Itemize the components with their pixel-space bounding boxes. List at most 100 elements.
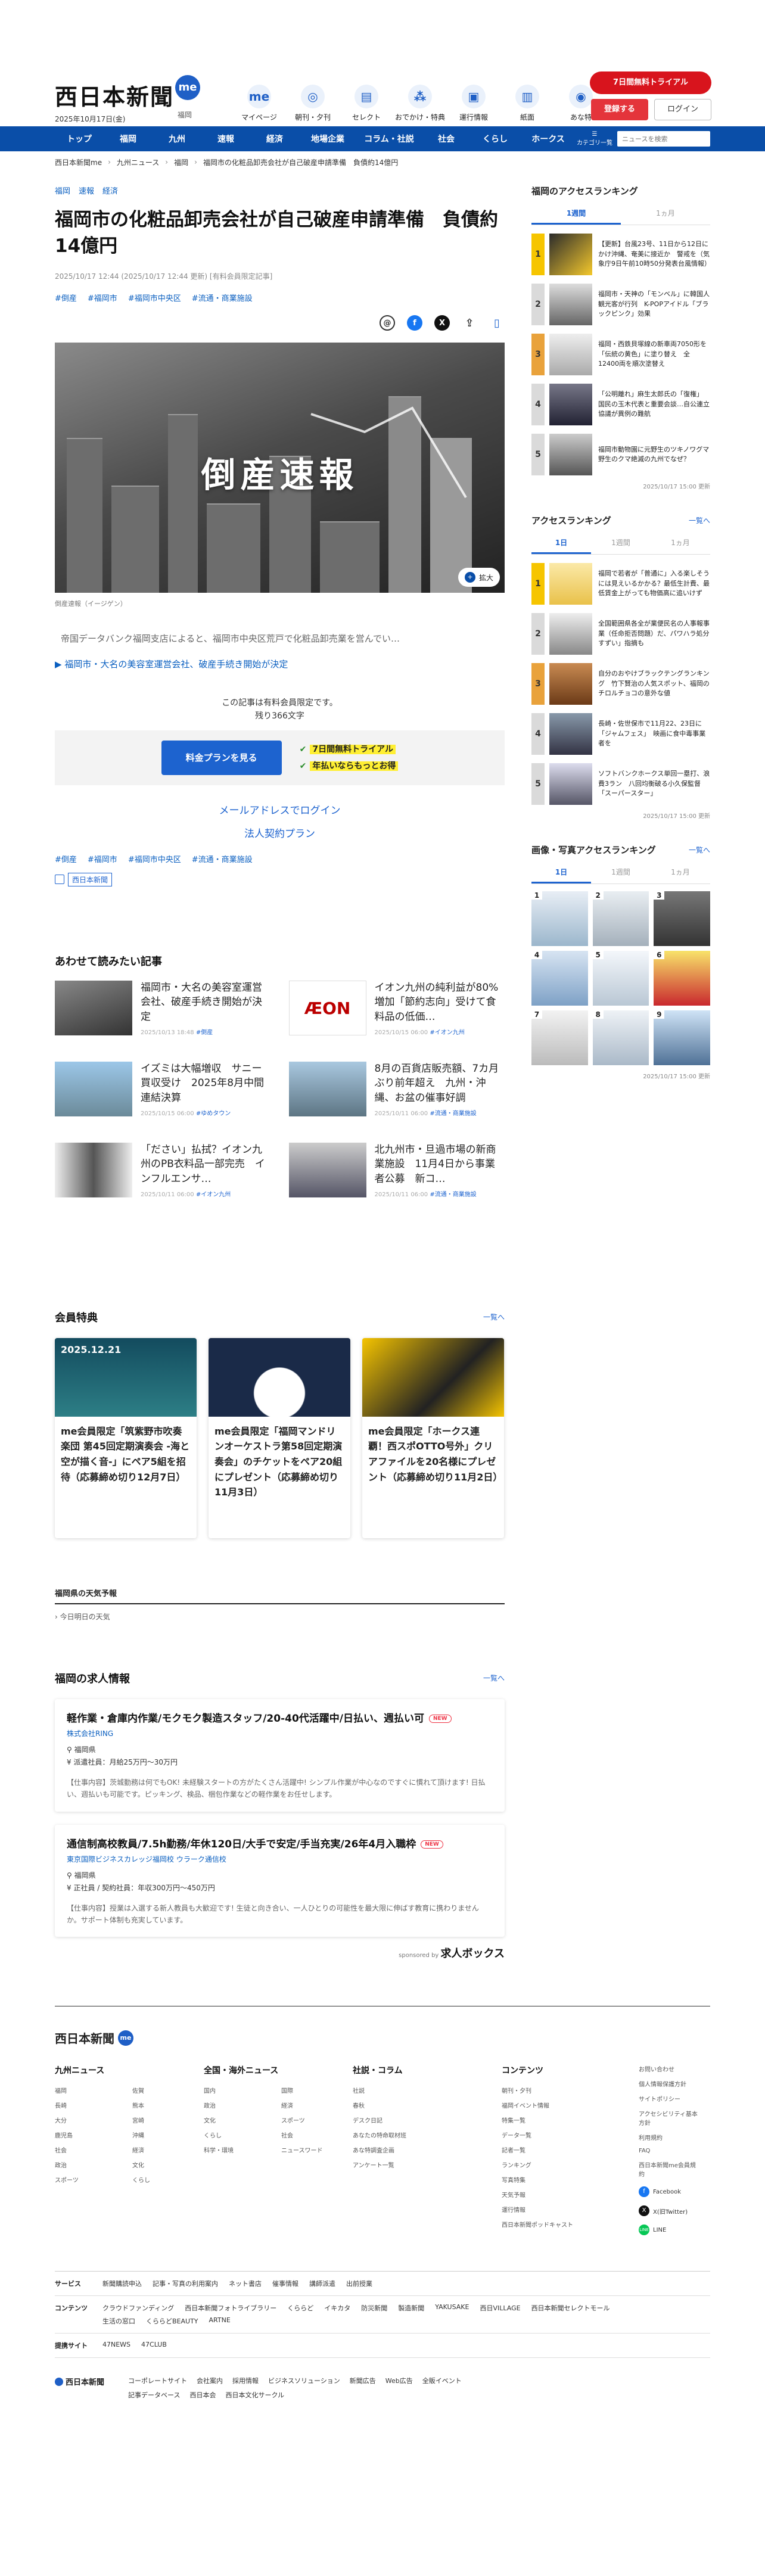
hashtag-chuo-ku[interactable]: #福岡市中央区 <box>128 292 181 303</box>
trial-button[interactable]: 7日間無料トライアル <box>590 71 711 94</box>
header-nav-mypage[interactable]: me マイページ <box>232 85 286 122</box>
job-card[interactable]: 軽作業・倉庫内作業/モクモク製造スタッフ/20-40代活躍中/日払い、週払い可 N… <box>55 1699 505 1812</box>
service-link[interactable]: 西日VILLAGE <box>480 2303 520 2313</box>
bottom-link[interactable]: 採用情報 <box>232 2376 259 2385</box>
ranking-item[interactable]: 4 長崎・佐世保市で11月22、23日に「ジャムフェス」 映画に食中毒事業者を <box>531 713 710 755</box>
breadcrumb-kyushu[interactable]: 九州ニュース <box>117 157 159 167</box>
bottom-link[interactable]: 西日本会 <box>189 2390 216 2400</box>
breadcrumb-home[interactable]: 西日本新聞me <box>55 157 102 167</box>
weather-link[interactable]: › 今日明日の天気 <box>55 1611 505 1622</box>
service-link[interactable]: 西日本新聞フォトライブラリー <box>185 2303 276 2313</box>
recommended-item[interactable]: 8月の百貨店販売額、7カ月ぶり前年超え 九州・沖縄、お盆の催事好調 2025/10… <box>288 1061 505 1121</box>
footer-link[interactable]: 佐賀 <box>132 2086 204 2095</box>
footer-link[interactable]: 政治 <box>204 2101 275 2110</box>
service-link[interactable]: クラウドファンディング <box>102 2303 174 2313</box>
footer-link[interactable]: ニュースワード <box>281 2145 353 2154</box>
recommended-item[interactable]: 北九州市・旦過市場の新商業施設 11月4日から事業者公募 新コ… 2025/10/… <box>288 1142 505 1202</box>
nav-item-hawks[interactable]: ホークス <box>520 133 577 145</box>
hashtag-fukuoka-city[interactable]: #福岡市 <box>88 853 117 864</box>
service-link[interactable]: 新聞購読申込 <box>102 2279 142 2288</box>
tab-1week[interactable]: 1週間 <box>591 867 651 883</box>
bottom-link[interactable]: 会社案内 <box>197 2376 223 2385</box>
ranking-item[interactable]: 1 福岡で若者が「普通に」入る楽しそうには見えいるかかる？最低生計費、最低賃金上が… <box>531 563 710 605</box>
photo-rank-item[interactable]: 5 <box>592 951 649 1006</box>
footer-link[interactable]: スポーツ <box>55 2175 126 2184</box>
ranking-item[interactable]: 2 福岡市・天神の「モンベル」に韓国人観光客が行列 K-POPアイドル「ブラックピ… <box>531 284 710 325</box>
footer-link[interactable]: 宮崎 <box>132 2115 204 2124</box>
ranking-item[interactable]: 4 「公明離れ」麻生太郎氏の「復権」 国民の玉木代表と重要会談…自公連立協議が異例… <box>531 384 710 425</box>
footer-link[interactable]: 文化 <box>204 2115 275 2124</box>
footer-link[interactable]: 写真特集 <box>502 2175 639 2184</box>
hashtag-fukuoka-city[interactable]: #福岡市 <box>88 292 117 303</box>
mail-login-link[interactable]: メールアドレスでログイン <box>55 802 505 817</box>
service-link[interactable]: 催事情報 <box>272 2279 298 2288</box>
photo-rank-item[interactable]: 1 <box>531 891 588 946</box>
breadcrumb-fukuoka[interactable]: 福岡 <box>174 157 188 167</box>
jobs-more-link[interactable]: 一覧へ <box>483 1673 505 1683</box>
nav-item-top[interactable]: トップ <box>55 133 104 145</box>
tag-economy[interactable]: 経済 <box>102 185 118 196</box>
nav-category-list[interactable]: ☰ カテゴリ一覧 <box>577 131 612 147</box>
photo-rank-item[interactable]: 6 <box>654 951 710 1006</box>
recommended-item[interactable]: 福岡市・大名の美容室運営会社、破産手続き開始が決定 2025/10/13 18:4… <box>55 980 271 1040</box>
footer-link[interactable]: 個人情報保護方針 <box>639 2079 698 2088</box>
footer-link[interactable]: 社会 <box>281 2130 353 2139</box>
threads-icon[interactable]: @ <box>380 315 395 331</box>
footer-link[interactable]: データ一覧 <box>502 2130 639 2139</box>
service-link[interactable]: 出前授業 <box>346 2279 372 2288</box>
service-link[interactable]: くららどBEAUTY <box>146 2316 198 2326</box>
zoom-button[interactable]: + 拡大 <box>458 568 500 587</box>
tag-breaking[interactable]: 速報 <box>79 185 94 196</box>
facebook-link[interactable]: f Facebook <box>639 2186 698 2198</box>
photo-rank-item[interactable]: 4 <box>531 951 588 1006</box>
tab-1week[interactable]: 1週間 <box>531 208 621 225</box>
service-link[interactable]: くららど <box>287 2303 313 2313</box>
x-icon[interactable]: X <box>434 315 450 331</box>
line-link[interactable]: LINE LINE <box>639 2225 698 2236</box>
recommended-item[interactable]: 「ださい」払拭？イオン九州のPB衣料品一部完売 インフルエンサ… 2025/10/… <box>55 1142 271 1202</box>
header-nav-shimen[interactable]: ▥ 紙面 <box>500 85 554 122</box>
footer-link[interactable]: アクセシビリティ基本方針 <box>639 2109 698 2127</box>
footer-link[interactable]: 社会 <box>55 2145 126 2154</box>
footer-link[interactable]: 沖縄 <box>132 2130 204 2139</box>
recommended-item[interactable]: ÆON イオン九州の純利益が80%増加「節約志向」受けて食料品の低価… 2025/… <box>288 980 505 1040</box>
benefit-card[interactable]: me会員限定「ホークス連覇！西スポOTTO号外」クリアファイルを20名様にプレゼ… <box>362 1337 504 1538</box>
ranking-item[interactable]: 3 自分のおやけブラックテングランキング 竹下賢治の人気スポット、福岡のチロルチョ… <box>531 663 710 705</box>
bottom-link[interactable]: 新聞広告 <box>350 2376 376 2385</box>
footer-logo[interactable]: 西日本新聞 me <box>55 2029 710 2046</box>
ranking3-more-link[interactable]: 一覧へ <box>689 845 710 855</box>
footer-link[interactable]: サイトポリシー <box>639 2094 698 2103</box>
footer-link[interactable]: 利用規約 <box>639 2133 698 2142</box>
corporate-plan-link[interactable]: 法人契約プラン <box>55 825 505 840</box>
bottom-link[interactable]: 西日本文化サークル <box>225 2390 284 2400</box>
footer-link[interactable]: FAQ <box>639 2148 698 2154</box>
nav-item-economy[interactable]: 経済 <box>250 133 299 145</box>
bookmark-icon[interactable]: ▯ <box>489 315 505 331</box>
footer-link[interactable]: 経済 <box>132 2145 204 2154</box>
ranking-item[interactable]: 1 【更新】台風23号、11日から12日にかけ沖縄、奄美に接近か 警戒を（気象庁9… <box>531 234 711 275</box>
recommended-item[interactable]: イズミは大幅増収 サニー買収受け 2025年8月中間連結決算 2025/10/15… <box>55 1061 271 1121</box>
footer-link[interactable]: 長崎 <box>55 2101 126 2110</box>
footer-link[interactable]: 社説 <box>353 2086 502 2095</box>
service-link[interactable]: 47CLUB <box>141 2341 167 2350</box>
service-link[interactable]: イキカタ <box>324 2303 350 2313</box>
benefits-more-link[interactable]: 一覧へ <box>483 1312 505 1322</box>
tab-1day[interactable]: 1日 <box>531 537 591 554</box>
footer-link[interactable]: あなたの特命取材班 <box>353 2130 502 2139</box>
footer-link[interactable]: アンケート一覧 <box>353 2160 502 2169</box>
search-input[interactable] <box>617 131 710 147</box>
nav-item-column[interactable]: コラム・社説 <box>356 133 422 145</box>
nav-item-life[interactable]: くらし <box>471 133 520 145</box>
ranking-item[interactable]: 2 全国範囲県各全が業便民名の人事報事業（任命拒否問題）だ、パワハラ処分すずい」指… <box>531 613 710 655</box>
footer-link[interactable]: 鹿児島 <box>55 2130 126 2139</box>
service-link[interactable]: 記事・写真の利用案内 <box>153 2279 218 2288</box>
footer-link[interactable]: 運行情報 <box>502 2205 639 2214</box>
service-link[interactable]: 防災新聞 <box>361 2303 387 2313</box>
photo-rank-item[interactable]: 7 <box>531 1010 588 1065</box>
footer-link[interactable]: お問い合わせ <box>639 2064 698 2073</box>
benefit-card[interactable]: 2025.12.21 me会員限定「筑紫野市吹奏楽団 第45回定期演奏会 -海と… <box>55 1337 197 1538</box>
footer-link[interactable]: 西日本新聞ポッドキャスト <box>502 2220 639 2229</box>
footer-link[interactable]: くらし <box>204 2130 275 2139</box>
footer-link[interactable]: 経済 <box>281 2101 353 2110</box>
share-icon[interactable]: ⇪ <box>462 315 477 331</box>
